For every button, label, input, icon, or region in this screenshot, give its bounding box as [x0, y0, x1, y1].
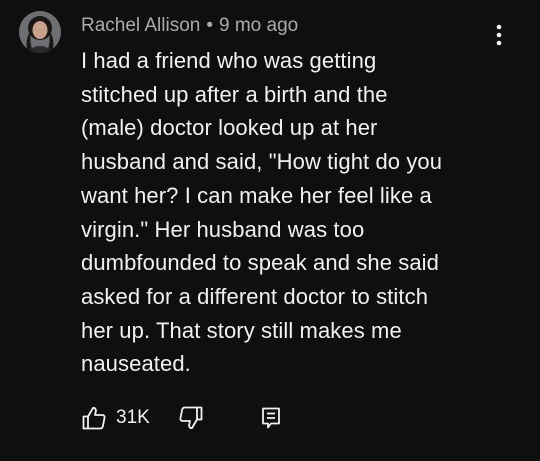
reply-button[interactable]: [259, 405, 283, 431]
comment-text-line: nauseated.: [81, 351, 191, 377]
comment-text-line: asked for a different doctor to stitch: [81, 283, 429, 309]
comment-text-line: stitched up after a birth and the: [81, 81, 388, 107]
avatar-photo: [19, 11, 61, 53]
dislike-button[interactable]: [178, 405, 204, 431]
header-separator: •: [206, 15, 213, 36]
like-button[interactable]: 31K: [81, 405, 150, 431]
comment-text-line: I had a friend who was getting: [81, 48, 377, 73]
comment-text-line: husband and said, "How tight do you: [81, 149, 443, 175]
comment-text-line: want her? I can make her feel like a: [81, 182, 432, 208]
comment-header: Rachel Allison • 9 mo ago: [81, 13, 298, 39]
author-name[interactable]: Rachel Allison: [81, 15, 200, 36]
comment-text-line: her up. That story still makes me: [81, 317, 402, 343]
thumbs-down-icon: [179, 406, 203, 429]
reply-comment-icon: [261, 407, 280, 429]
comment-text: I had a friend who was getting stitched …: [81, 44, 521, 381]
thumbs-up-icon: [82, 407, 106, 430]
comment-text-line: virgin." Her husband was too: [81, 216, 365, 242]
comment-actions: 31K: [81, 402, 283, 434]
like-count: 31K: [116, 407, 150, 428]
comment-timestamp[interactable]: 9 mo ago: [219, 15, 298, 36]
comment-card: Rachel Allison • 9 mo ago I had a friend w…: [0, 0, 540, 461]
avatar[interactable]: [19, 11, 61, 53]
comment-text-line: (male) doctor looked up at her: [81, 115, 378, 141]
comment-text-line: dumbfounded to speak and she said: [81, 250, 440, 276]
